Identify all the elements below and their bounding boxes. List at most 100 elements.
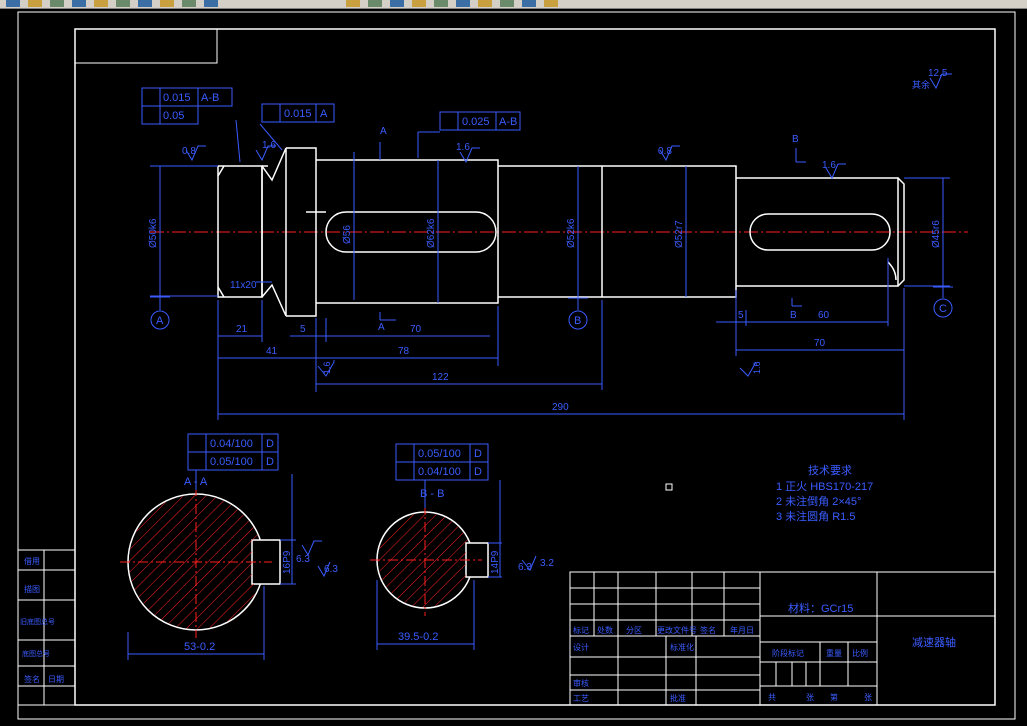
cut-a-top: A bbox=[380, 126, 387, 137]
datum-symbols bbox=[150, 286, 953, 330]
tol-f6-ref: D bbox=[266, 456, 274, 468]
roughness-r7: 6.3 bbox=[296, 554, 310, 565]
help-icon[interactable] bbox=[412, 0, 426, 7]
zoom-realtime-icon[interactable] bbox=[72, 0, 86, 7]
dim-70a: 70 bbox=[410, 324, 422, 335]
pan-icon[interactable] bbox=[138, 0, 152, 7]
tol-f2-val: 0.05 bbox=[163, 110, 184, 122]
svg-text:日期: 日期 bbox=[48, 675, 64, 684]
sheet-set-icon[interactable] bbox=[346, 0, 360, 7]
svg-text:底图总号: 底图总号 bbox=[22, 649, 50, 658]
dim-290: 290 bbox=[552, 402, 569, 413]
svg-text:审核: 审核 bbox=[573, 678, 589, 688]
roughness-r2: 1.6 bbox=[262, 140, 276, 151]
plotstyle-icon[interactable] bbox=[544, 0, 558, 7]
note-3: 3 未注圆角 R1.5 bbox=[776, 509, 855, 523]
tol-f8-ref: D bbox=[474, 466, 482, 478]
crosshair-cursor[interactable] bbox=[665, 483, 673, 491]
svg-text:标准化: 标准化 bbox=[670, 642, 694, 652]
calculator-icon[interactable] bbox=[390, 0, 404, 7]
tol-f1-val: 0.015 bbox=[163, 92, 191, 104]
open-icon[interactable] bbox=[6, 0, 20, 7]
dia-d2: Ø56 bbox=[342, 225, 353, 244]
dim-5b: 5 bbox=[738, 310, 744, 321]
design-center-icon[interactable] bbox=[182, 0, 196, 7]
dia-d6: Ø45r6 bbox=[931, 220, 942, 248]
save-icon[interactable] bbox=[28, 0, 42, 7]
undo-icon[interactable] bbox=[50, 0, 64, 7]
dim-60: 60 bbox=[818, 310, 830, 321]
roughness-r3: 1.6 bbox=[456, 142, 470, 153]
properties-icon[interactable] bbox=[160, 0, 174, 7]
datum-b: B bbox=[574, 315, 581, 327]
roughness-r12: 1.6 bbox=[752, 361, 762, 374]
drawing-canvas[interactable]: A B C 0.8 1.6 1.6 0.8 1.6 12.5 其余 6.3 6.… bbox=[0, 8, 1027, 726]
dim-70b: 70 bbox=[814, 338, 826, 349]
zoom-previous-icon[interactable] bbox=[116, 0, 130, 7]
datum-a: A bbox=[156, 315, 164, 327]
dim-depth-a: 53-0.2 bbox=[184, 641, 215, 653]
layer-icon[interactable] bbox=[434, 0, 448, 7]
svg-text:处数: 处数 bbox=[597, 625, 613, 635]
layer-state-icon[interactable] bbox=[456, 0, 470, 7]
dim-5: 5 bbox=[300, 324, 306, 335]
cut-a-bottom: A bbox=[378, 322, 385, 333]
svg-text:张: 张 bbox=[806, 693, 814, 702]
note-1: 1 正火 HBS170-217 bbox=[776, 481, 873, 493]
svg-text:张: 张 bbox=[864, 693, 872, 702]
svg-text:设计: 设计 bbox=[573, 642, 589, 652]
corner-code-box bbox=[74, 28, 218, 64]
svg-text:比例: 比例 bbox=[852, 648, 868, 658]
dia-d5: Ø52r7 bbox=[674, 220, 685, 248]
section-bb-title: B - B bbox=[420, 488, 444, 500]
section-aa-title: A - A bbox=[184, 476, 208, 488]
tol-f3-val: 0.015 bbox=[284, 108, 312, 120]
note-2: 2 未注倒角 2×45° bbox=[776, 494, 861, 508]
svg-text:第: 第 bbox=[830, 692, 838, 702]
markup-icon[interactable] bbox=[368, 0, 382, 7]
roughness-r5: 1.6 bbox=[822, 160, 836, 171]
svg-text:旧底图总号: 旧底图总号 bbox=[20, 617, 55, 626]
layer-off-icon[interactable] bbox=[478, 0, 492, 7]
layer-freeze-icon[interactable] bbox=[500, 0, 514, 7]
part-name: 减速器轴 bbox=[912, 635, 956, 649]
datum-c: C bbox=[939, 303, 947, 315]
lineweight-icon[interactable] bbox=[522, 0, 536, 7]
drawing-svg: A B C 0.8 1.6 1.6 0.8 1.6 12.5 其余 6.3 6.… bbox=[17, 11, 1016, 720]
roughness-r4: 0.8 bbox=[658, 146, 672, 157]
roughness-r6: 12.5 bbox=[928, 68, 948, 79]
tool-palette-icon[interactable] bbox=[204, 0, 218, 7]
tol-f7-ref: D bbox=[474, 448, 482, 460]
material-label: 材料：GCr15 bbox=[788, 601, 853, 615]
roughness-r11: 1.6 bbox=[322, 361, 332, 374]
svg-text:阶段标记: 阶段标记 bbox=[772, 648, 804, 658]
svg-text:重量: 重量 bbox=[826, 648, 842, 658]
svg-text:描图: 描图 bbox=[24, 584, 40, 594]
tol-f8-val: 0.04/100 bbox=[418, 466, 461, 478]
svg-text:签名: 签名 bbox=[700, 625, 716, 635]
roughness-r9: 6.3 bbox=[518, 562, 532, 573]
svg-text:签名: 签名 bbox=[24, 674, 40, 684]
tol-f6-val: 0.05/100 bbox=[210, 456, 253, 468]
roughness-r10: 3.2 bbox=[540, 558, 554, 569]
notes-title: 技术要求 bbox=[808, 464, 852, 477]
dim-78: 78 bbox=[398, 346, 410, 357]
svg-text:借用: 借用 bbox=[24, 556, 40, 566]
svg-text:工艺: 工艺 bbox=[573, 694, 589, 703]
tol-f3-ref: A bbox=[320, 108, 328, 120]
svg-text:标记: 标记 bbox=[573, 625, 589, 635]
roughness-r8: 6.3 bbox=[324, 564, 338, 575]
roughness-r1: 0.8 bbox=[182, 146, 196, 157]
zoom-window-icon[interactable] bbox=[94, 0, 108, 7]
tol-f7-val: 0.05/100 bbox=[418, 448, 461, 460]
tol-f5-val: 0.04/100 bbox=[210, 438, 253, 450]
tol-f4-ref: A-B bbox=[499, 116, 517, 128]
dia-d1: Ø50k6 bbox=[148, 218, 159, 248]
cut-b-bottom: B bbox=[790, 310, 797, 321]
svg-text:年月日: 年月日 bbox=[730, 625, 754, 635]
dim-21: 21 bbox=[236, 324, 248, 335]
tol-f1-ref: A-B bbox=[201, 92, 219, 104]
svg-text:分区: 分区 bbox=[626, 626, 642, 635]
cut-b-top: B bbox=[792, 134, 799, 145]
tol-f5-ref: D bbox=[266, 438, 274, 450]
